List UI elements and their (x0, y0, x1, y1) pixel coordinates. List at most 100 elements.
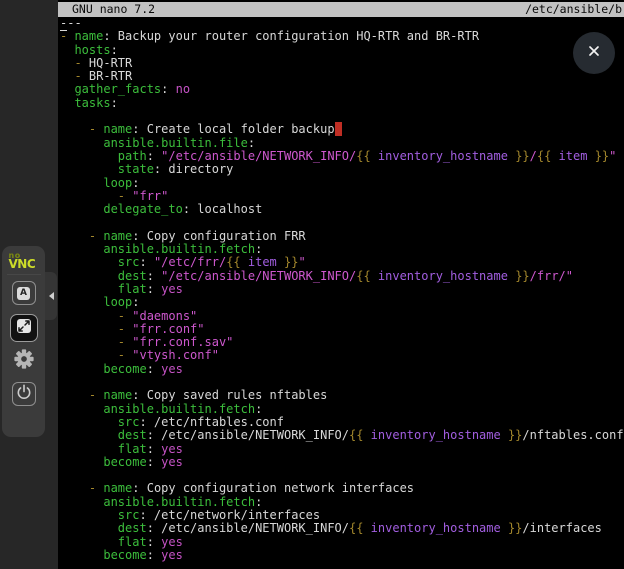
code-segment: : /etc/network/interfaces (139, 508, 320, 522)
code-segment: - (118, 335, 132, 349)
code-segment: "frr.conf.sav" (132, 335, 233, 349)
code-segment: : (147, 149, 161, 163)
close-button[interactable] (573, 32, 615, 74)
code-segment: -- (67, 17, 81, 30)
code-segment: : Copy configuration network interfaces (132, 481, 414, 495)
code-segment: : Backup your router configuration HQ-RT… (103, 29, 479, 43)
code-segment: inventory_hostname (363, 428, 508, 442)
code-segment: : (147, 362, 161, 376)
code-segment: /interfaces (522, 521, 601, 535)
keyboard-button[interactable]: A (12, 281, 36, 305)
code-segment: name (103, 388, 132, 402)
editor-line: - name: Copy configuration FRR (60, 230, 624, 243)
editor-line: dest: /etc/ansible/NETWORK_INFO/{{ inven… (60, 429, 624, 442)
code-segment (60, 43, 74, 57)
code-segment: : (255, 402, 262, 416)
code-segment: ansible.builtin.fetch (103, 402, 255, 416)
editor-content[interactable]: ---- name: Backup your router configurat… (60, 17, 624, 569)
code-segment: ansible.builtin.fetch (103, 242, 255, 256)
code-segment: : (139, 255, 153, 269)
code-segment: "daemons" (132, 309, 197, 323)
code-segment (60, 348, 118, 362)
code-segment: - (89, 481, 103, 495)
editor-line: become: yes (60, 549, 624, 562)
code-segment: : (132, 176, 139, 190)
code-segment: item (241, 255, 284, 269)
code-segment (60, 56, 74, 70)
code-segment (60, 82, 74, 96)
code-segment: : (147, 455, 161, 469)
code-segment (60, 136, 103, 150)
code-segment: /nftables.conf (522, 428, 623, 442)
editor-line: - name: Copy saved rules nftables (60, 389, 624, 402)
code-segment (60, 481, 89, 495)
code-segment: : (248, 136, 255, 150)
editor-line: loop: (60, 296, 624, 309)
code-segment: gather_facts (74, 82, 161, 96)
code-segment: src (118, 255, 140, 269)
code-segment: item (551, 149, 594, 163)
code-segment (60, 149, 118, 163)
code-segment: inventory_hostname (371, 269, 516, 283)
code-segment (60, 282, 118, 296)
code-segment: name (103, 229, 132, 243)
editor-line: hosts: (60, 44, 624, 57)
code-segment: : /etc/ansible/NETWORK_INFO/ (147, 428, 349, 442)
code-segment: HQ-RTR (89, 56, 132, 70)
code-segment: tasks (74, 96, 110, 110)
code-segment: yes (161, 548, 183, 562)
code-segment: "vtysh.conf" (132, 348, 219, 362)
editor-line: - name: Create local folder backup (60, 123, 624, 136)
novnc-logo: no VNC (9, 251, 39, 269)
code-segment (60, 548, 103, 562)
code-segment (60, 176, 103, 190)
editor-line: flat: yes (60, 443, 624, 456)
code-segment: become (103, 455, 146, 469)
code-segment: /frr/" (530, 269, 573, 283)
code-segment (60, 402, 103, 416)
editor-line: gather_facts: no (60, 83, 624, 96)
code-segment: - (89, 122, 103, 136)
fullscreen-button[interactable] (10, 314, 38, 342)
code-segment: : (147, 535, 161, 549)
code-segment: {{ (356, 269, 370, 283)
code-segment: flat (118, 282, 147, 296)
code-segment: BR-RTR (89, 69, 132, 83)
editor-line: path: "/etc/ansible/NETWORK_INFO/{{ inve… (60, 150, 624, 163)
code-segment: "/etc/frr/ (154, 255, 226, 269)
code-segment: loop (103, 176, 132, 190)
editor-line: - "frr.conf" (60, 323, 624, 336)
editor-line (60, 216, 624, 229)
code-segment: : Create local folder backup (132, 122, 334, 136)
code-segment: - (118, 348, 132, 362)
code-segment: loop (103, 295, 132, 309)
code-segment (60, 388, 89, 402)
editor-line: flat: yes (60, 536, 624, 549)
code-segment: }} (595, 149, 609, 163)
text-cursor (335, 122, 342, 136)
code-segment (60, 96, 74, 110)
fullscreen-icon (16, 318, 32, 338)
code-segment: hosts (74, 43, 110, 57)
code-segment: - (74, 69, 88, 83)
code-segment (60, 362, 103, 376)
power-button[interactable] (12, 382, 36, 406)
code-segment (60, 442, 118, 456)
panel-collapse-handle[interactable] (45, 272, 57, 320)
terminal-window: GNU nano 7.2 /etc/ansible/b ---- name: B… (58, 0, 624, 569)
code-segment (60, 255, 118, 269)
code-segment: name (74, 29, 103, 43)
code-segment: inventory_hostname (371, 149, 516, 163)
code-segment: become (103, 548, 146, 562)
code-segment: }} (284, 255, 298, 269)
novnc-logo-vnc: VNC (9, 260, 39, 269)
code-segment: delegate_to (103, 202, 182, 216)
editor-line: tasks: (60, 97, 624, 110)
code-segment: " (298, 255, 305, 269)
code-segment: - (89, 388, 103, 402)
code-segment: "/etc/ansible/NETWORK_INFO/ (161, 269, 356, 283)
code-segment: "frr" (132, 189, 168, 203)
editor-line: become: yes (60, 363, 624, 376)
settings-button[interactable] (12, 349, 36, 373)
code-segment (60, 521, 118, 535)
